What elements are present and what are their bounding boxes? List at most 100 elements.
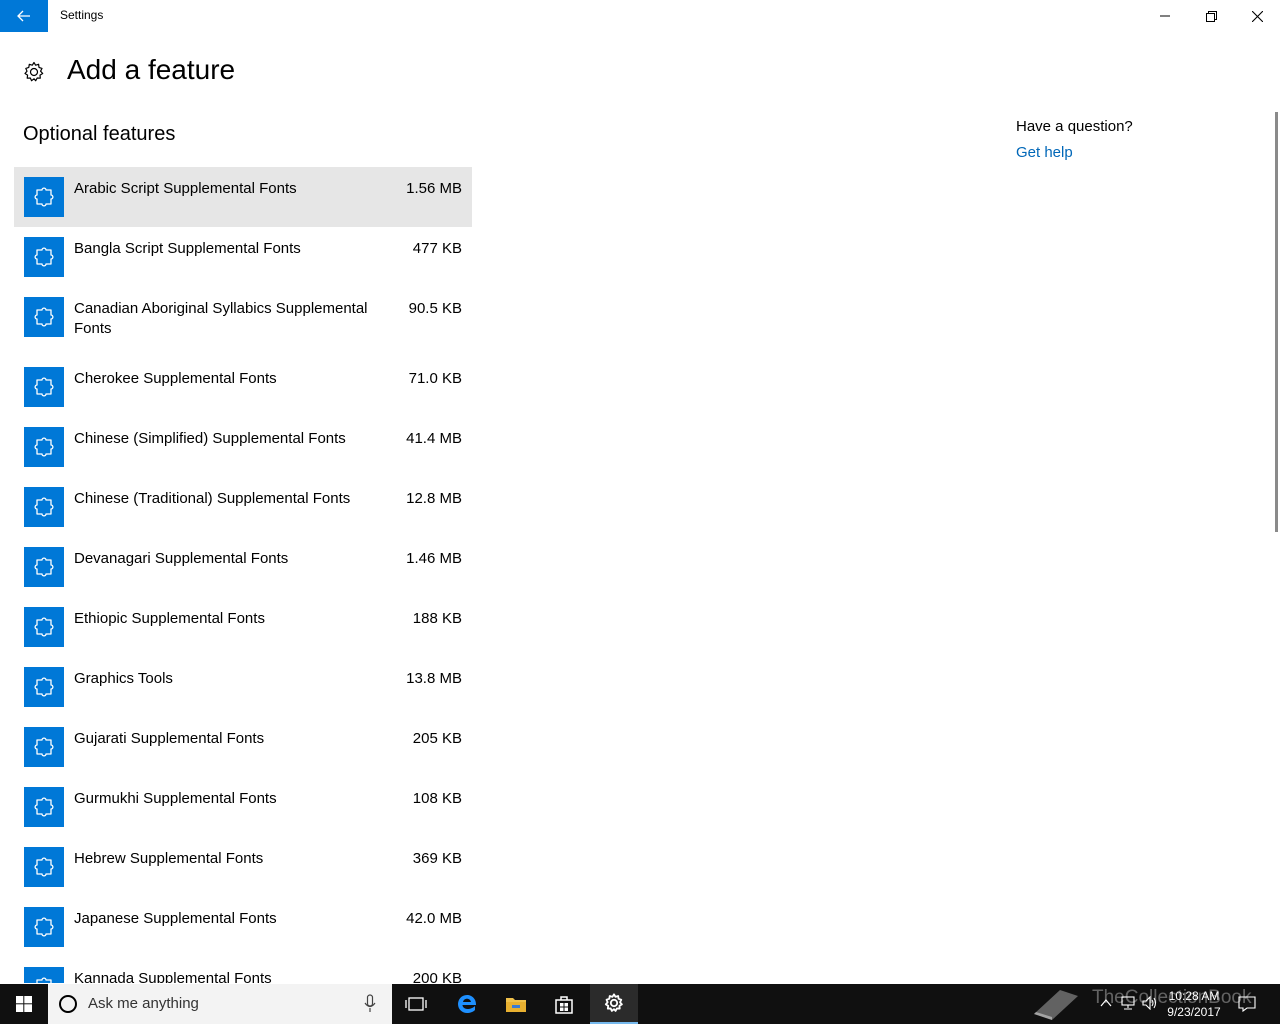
puzzle-icon bbox=[24, 847, 64, 887]
feature-name: Ethiopic Supplemental Fonts bbox=[74, 610, 265, 627]
puzzle-icon bbox=[24, 237, 64, 277]
feature-name: Kannada Supplemental Fonts bbox=[74, 970, 272, 983]
network-icon[interactable] bbox=[1120, 996, 1136, 1010]
page-header: Add a feature bbox=[0, 50, 1000, 94]
settings-taskbar-button[interactable] bbox=[590, 984, 638, 1024]
feature-item[interactable]: Graphics Tools 13.8 MB bbox=[14, 657, 472, 717]
feature-size: 188 KB bbox=[412, 610, 462, 627]
minimize-button[interactable] bbox=[1142, 0, 1188, 32]
taskbar: Ask me anything TheCollectionBook 10:28 … bbox=[0, 984, 1280, 1024]
search-placeholder: Ask me anything bbox=[88, 995, 199, 1012]
help-question: Have a question? bbox=[1016, 118, 1133, 135]
feature-size: 71.0 KB bbox=[408, 370, 462, 387]
feature-size: 42.0 MB bbox=[406, 910, 462, 927]
puzzle-icon bbox=[24, 427, 64, 467]
feature-item[interactable]: Bangla Script Supplemental Fonts 477 KB bbox=[14, 227, 472, 287]
puzzle-icon bbox=[24, 787, 64, 827]
start-button[interactable] bbox=[0, 984, 48, 1024]
puzzle-icon bbox=[24, 367, 64, 407]
get-help-link[interactable]: Get help bbox=[1016, 144, 1133, 161]
file-explorer-button[interactable] bbox=[492, 984, 540, 1024]
feature-size: 205 KB bbox=[412, 730, 462, 747]
feature-name: Canadian Aboriginal Syllabics Supplement… bbox=[74, 300, 368, 337]
close-button[interactable] bbox=[1234, 0, 1280, 32]
feature-item[interactable]: Chinese (Simplified) Supplemental Fonts … bbox=[14, 417, 472, 477]
help-panel: Have a question? Get help bbox=[1016, 118, 1133, 161]
puzzle-icon bbox=[24, 297, 64, 337]
feature-item[interactable]: Hebrew Supplemental Fonts 369 KB bbox=[14, 837, 472, 897]
feature-size: 13.8 MB bbox=[406, 670, 462, 687]
feature-item[interactable]: Chinese (Traditional) Supplemental Fonts… bbox=[14, 477, 472, 537]
feature-item[interactable]: Japanese Supplemental Fonts 42.0 MB bbox=[14, 897, 472, 957]
feature-item[interactable]: Kannada Supplemental Fonts 200 KB bbox=[14, 957, 472, 983]
store-bag-icon bbox=[555, 996, 573, 1014]
feature-size: 41.4 MB bbox=[406, 430, 462, 447]
feature-name: Japanese Supplemental Fonts bbox=[74, 910, 277, 927]
feature-size: 1.46 MB bbox=[406, 550, 462, 567]
feature-name: Devanagari Supplemental Fonts bbox=[74, 550, 289, 567]
feature-name: Hebrew Supplemental Fonts bbox=[74, 850, 264, 867]
show-hidden-icons-icon[interactable] bbox=[1100, 998, 1112, 1008]
settings-gear-icon bbox=[604, 993, 623, 1012]
book-logo-icon bbox=[1034, 990, 1078, 1020]
feature-name: Arabic Script Supplemental Fonts bbox=[74, 180, 297, 197]
puzzle-icon bbox=[24, 667, 64, 707]
feature-item[interactable]: Gujarati Supplemental Fonts 205 KB bbox=[14, 717, 472, 777]
puzzle-icon bbox=[24, 547, 64, 587]
puzzle-icon bbox=[24, 907, 64, 947]
feature-size: 369 KB bbox=[412, 850, 462, 867]
optional-features-list: Arabic Script Supplemental Fonts 1.56 MB… bbox=[14, 167, 472, 983]
feature-name: Graphics Tools bbox=[74, 670, 173, 687]
restore-button[interactable] bbox=[1188, 0, 1234, 32]
puzzle-icon bbox=[24, 967, 64, 983]
clock[interactable]: 10:28 AM 9/23/2017 bbox=[1162, 988, 1226, 1020]
search-box[interactable]: Ask me anything bbox=[48, 984, 392, 1024]
edge-button[interactable] bbox=[443, 984, 491, 1024]
feature-size: 12.8 MB bbox=[406, 490, 462, 507]
feature-item[interactable]: Ethiopic Supplemental Fonts 188 KB bbox=[14, 597, 472, 657]
folder-icon bbox=[506, 998, 526, 1012]
feature-name: Gurmukhi Supplemental Fonts bbox=[74, 790, 277, 807]
clock-time: 10:28 AM bbox=[1168, 989, 1220, 1003]
task-view-icon bbox=[405, 997, 427, 1011]
page-title: Add a feature bbox=[67, 54, 236, 85]
scrollbar[interactable] bbox=[1275, 112, 1278, 532]
volume-icon[interactable] bbox=[1142, 996, 1158, 1010]
clock-date: 9/23/2017 bbox=[1167, 1005, 1221, 1019]
restore-icon bbox=[1205, 10, 1217, 22]
close-icon bbox=[1251, 10, 1263, 22]
cortana-icon bbox=[59, 995, 77, 1013]
feature-size: 200 KB bbox=[412, 970, 462, 983]
feature-item[interactable]: Gurmukhi Supplemental Fonts 108 KB bbox=[14, 777, 472, 837]
feature-size: 1.56 MB bbox=[406, 180, 462, 197]
puzzle-icon bbox=[24, 727, 64, 767]
section-title: Optional features bbox=[23, 123, 176, 145]
windows-logo-icon bbox=[16, 996, 32, 1012]
window-title: Settings bbox=[60, 8, 104, 22]
feature-size: 108 KB bbox=[412, 790, 462, 807]
feature-size: 477 KB bbox=[412, 240, 462, 257]
feature-item[interactable]: Devanagari Supplemental Fonts 1.46 MB bbox=[14, 537, 472, 597]
action-center-icon[interactable] bbox=[1238, 996, 1256, 1012]
puzzle-icon bbox=[24, 607, 64, 647]
feature-size: 90.5 KB bbox=[408, 300, 462, 317]
feature-name: Chinese (Simplified) Supplemental Fonts bbox=[74, 430, 346, 447]
feature-name: Cherokee Supplemental Fonts bbox=[74, 370, 277, 387]
feature-item[interactable]: Arabic Script Supplemental Fonts 1.56 MB bbox=[14, 167, 472, 227]
puzzle-icon bbox=[24, 177, 64, 217]
back-arrow-icon bbox=[17, 10, 30, 22]
feature-item[interactable]: Cherokee Supplemental Fonts 71.0 KB bbox=[14, 357, 472, 417]
minimize-icon bbox=[1160, 15, 1170, 17]
puzzle-icon bbox=[24, 487, 64, 527]
title-bar: Settings bbox=[0, 0, 1280, 32]
feature-item[interactable]: Canadian Aboriginal Syllabics Supplement… bbox=[14, 287, 472, 357]
task-view-button[interactable] bbox=[392, 984, 440, 1024]
edge-browser-icon bbox=[458, 995, 477, 1013]
microphone-icon[interactable] bbox=[364, 994, 376, 1014]
store-button[interactable] bbox=[540, 984, 588, 1024]
back-button[interactable] bbox=[0, 0, 48, 32]
feature-name: Chinese (Traditional) Supplemental Fonts bbox=[74, 490, 351, 507]
gear-icon bbox=[24, 61, 44, 82]
feature-name: Gujarati Supplemental Fonts bbox=[74, 730, 265, 747]
feature-name: Bangla Script Supplemental Fonts bbox=[74, 240, 301, 257]
